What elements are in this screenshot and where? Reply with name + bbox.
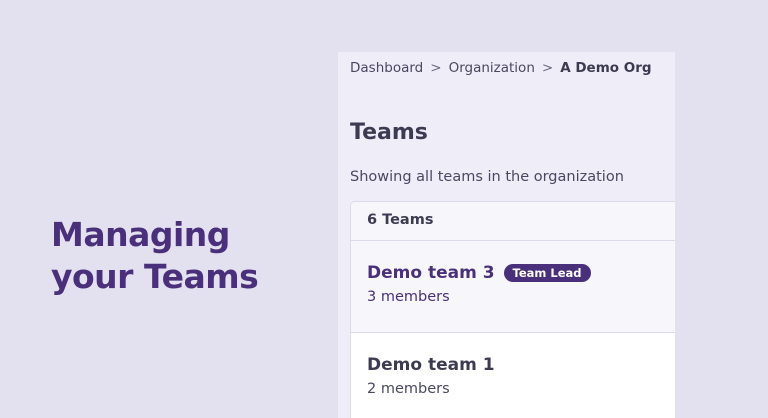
- team-row-demo-team-3[interactable]: Demo team 3 Team Lead 3 members: [351, 241, 675, 333]
- app-panel: Dashboard > Organization > A Demo Org Te…: [338, 52, 675, 418]
- chevron-right-icon: >: [430, 60, 442, 76]
- page-subtitle: Showing all teams in the organization: [350, 169, 624, 185]
- breadcrumb-dashboard[interactable]: Dashboard: [350, 60, 423, 76]
- team-name: Demo team 1: [367, 355, 495, 375]
- hero-heading: Managing your Teams: [51, 214, 259, 298]
- team-members: 3 members: [367, 289, 450, 305]
- team-lead-badge: Team Lead: [503, 264, 591, 282]
- team-row-demo-team-1[interactable]: Demo team 1 2 members: [351, 333, 675, 418]
- breadcrumb-organization[interactable]: Organization: [449, 60, 535, 76]
- teams-count: 6 Teams: [351, 202, 675, 241]
- breadcrumb-current: A Demo Org: [560, 60, 652, 76]
- team-members: 2 members: [367, 381, 450, 397]
- team-name: Demo team 3: [367, 263, 495, 283]
- hero-line-1: Managing: [51, 215, 230, 254]
- hero-line-2: your Teams: [51, 257, 259, 296]
- teams-list: 6 Teams Demo team 3 Team Lead 3 members D…: [350, 201, 675, 418]
- breadcrumb: Dashboard > Organization > A Demo Org: [350, 60, 652, 76]
- page-title: Teams: [350, 120, 428, 145]
- chevron-right-icon: >: [541, 60, 554, 76]
